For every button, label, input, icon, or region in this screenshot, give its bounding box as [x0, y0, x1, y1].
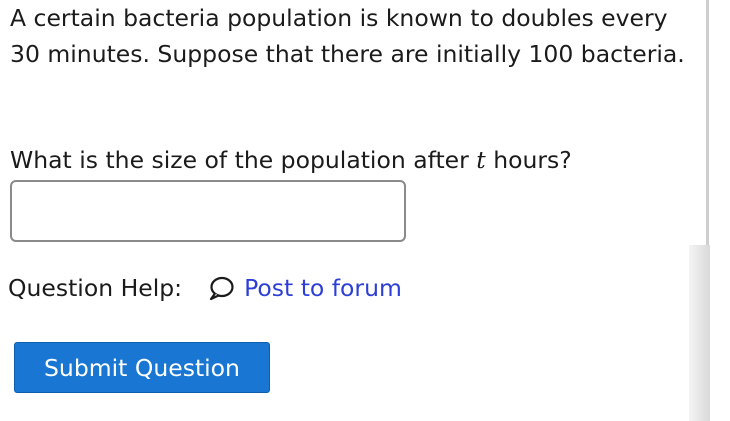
question-help: Question Help: Post to forum	[8, 270, 402, 306]
scrollbar-thumb[interactable]	[689, 245, 710, 421]
submit-question-button[interactable]: Submit Question	[14, 342, 270, 393]
speech-bubble-icon	[209, 276, 234, 301]
prompt-variable: t	[476, 146, 486, 174]
question-panel: A certain bacteria population is known t…	[0, 0, 706, 421]
answer-input[interactable]	[10, 180, 406, 242]
post-to-forum-link[interactable]: Post to forum	[208, 274, 402, 302]
post-to-forum-label: Post to forum	[244, 274, 402, 302]
question-help-label: Question Help:	[8, 274, 183, 302]
question-text: A certain bacteria population is known t…	[10, 4, 685, 68]
prompt-text-before: What is the size of the population after	[10, 146, 469, 174]
prompt-text-after: hours?	[493, 146, 572, 174]
question-prompt: What is the size of the population after…	[10, 142, 700, 178]
